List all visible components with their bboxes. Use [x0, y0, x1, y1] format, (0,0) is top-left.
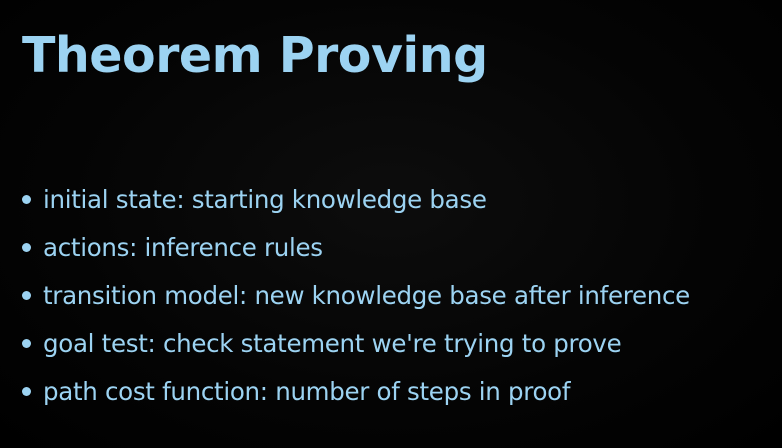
bullet-dot-icon — [22, 386, 31, 396]
bullet-text: goal test: check statement we're trying … — [43, 328, 622, 358]
bullet-item: initial state: starting knowledge base — [22, 175, 690, 223]
bullet-text: initial state: starting knowledge base — [43, 184, 487, 214]
bullet-text: actions: inference rules — [43, 232, 323, 262]
bullet-item: goal test: check statement we're trying … — [22, 319, 690, 367]
bullet-dot-icon — [22, 338, 31, 348]
bullet-dot-icon — [22, 194, 31, 204]
bullet-dot-icon — [22, 290, 31, 300]
slide-title: Theorem Proving — [22, 27, 488, 84]
slide: Theorem Proving initial state: starting … — [0, 0, 782, 448]
bullet-item: transition model: new knowledge base aft… — [22, 271, 690, 319]
bullet-dot-icon — [22, 242, 31, 252]
bullet-item: path cost function: number of steps in p… — [22, 367, 690, 415]
bullet-list: initial state: starting knowledge base a… — [22, 175, 690, 415]
bullet-text: path cost function: number of steps in p… — [43, 376, 571, 406]
bullet-item: actions: inference rules — [22, 223, 690, 271]
bullet-text: transition model: new knowledge base aft… — [43, 280, 690, 310]
